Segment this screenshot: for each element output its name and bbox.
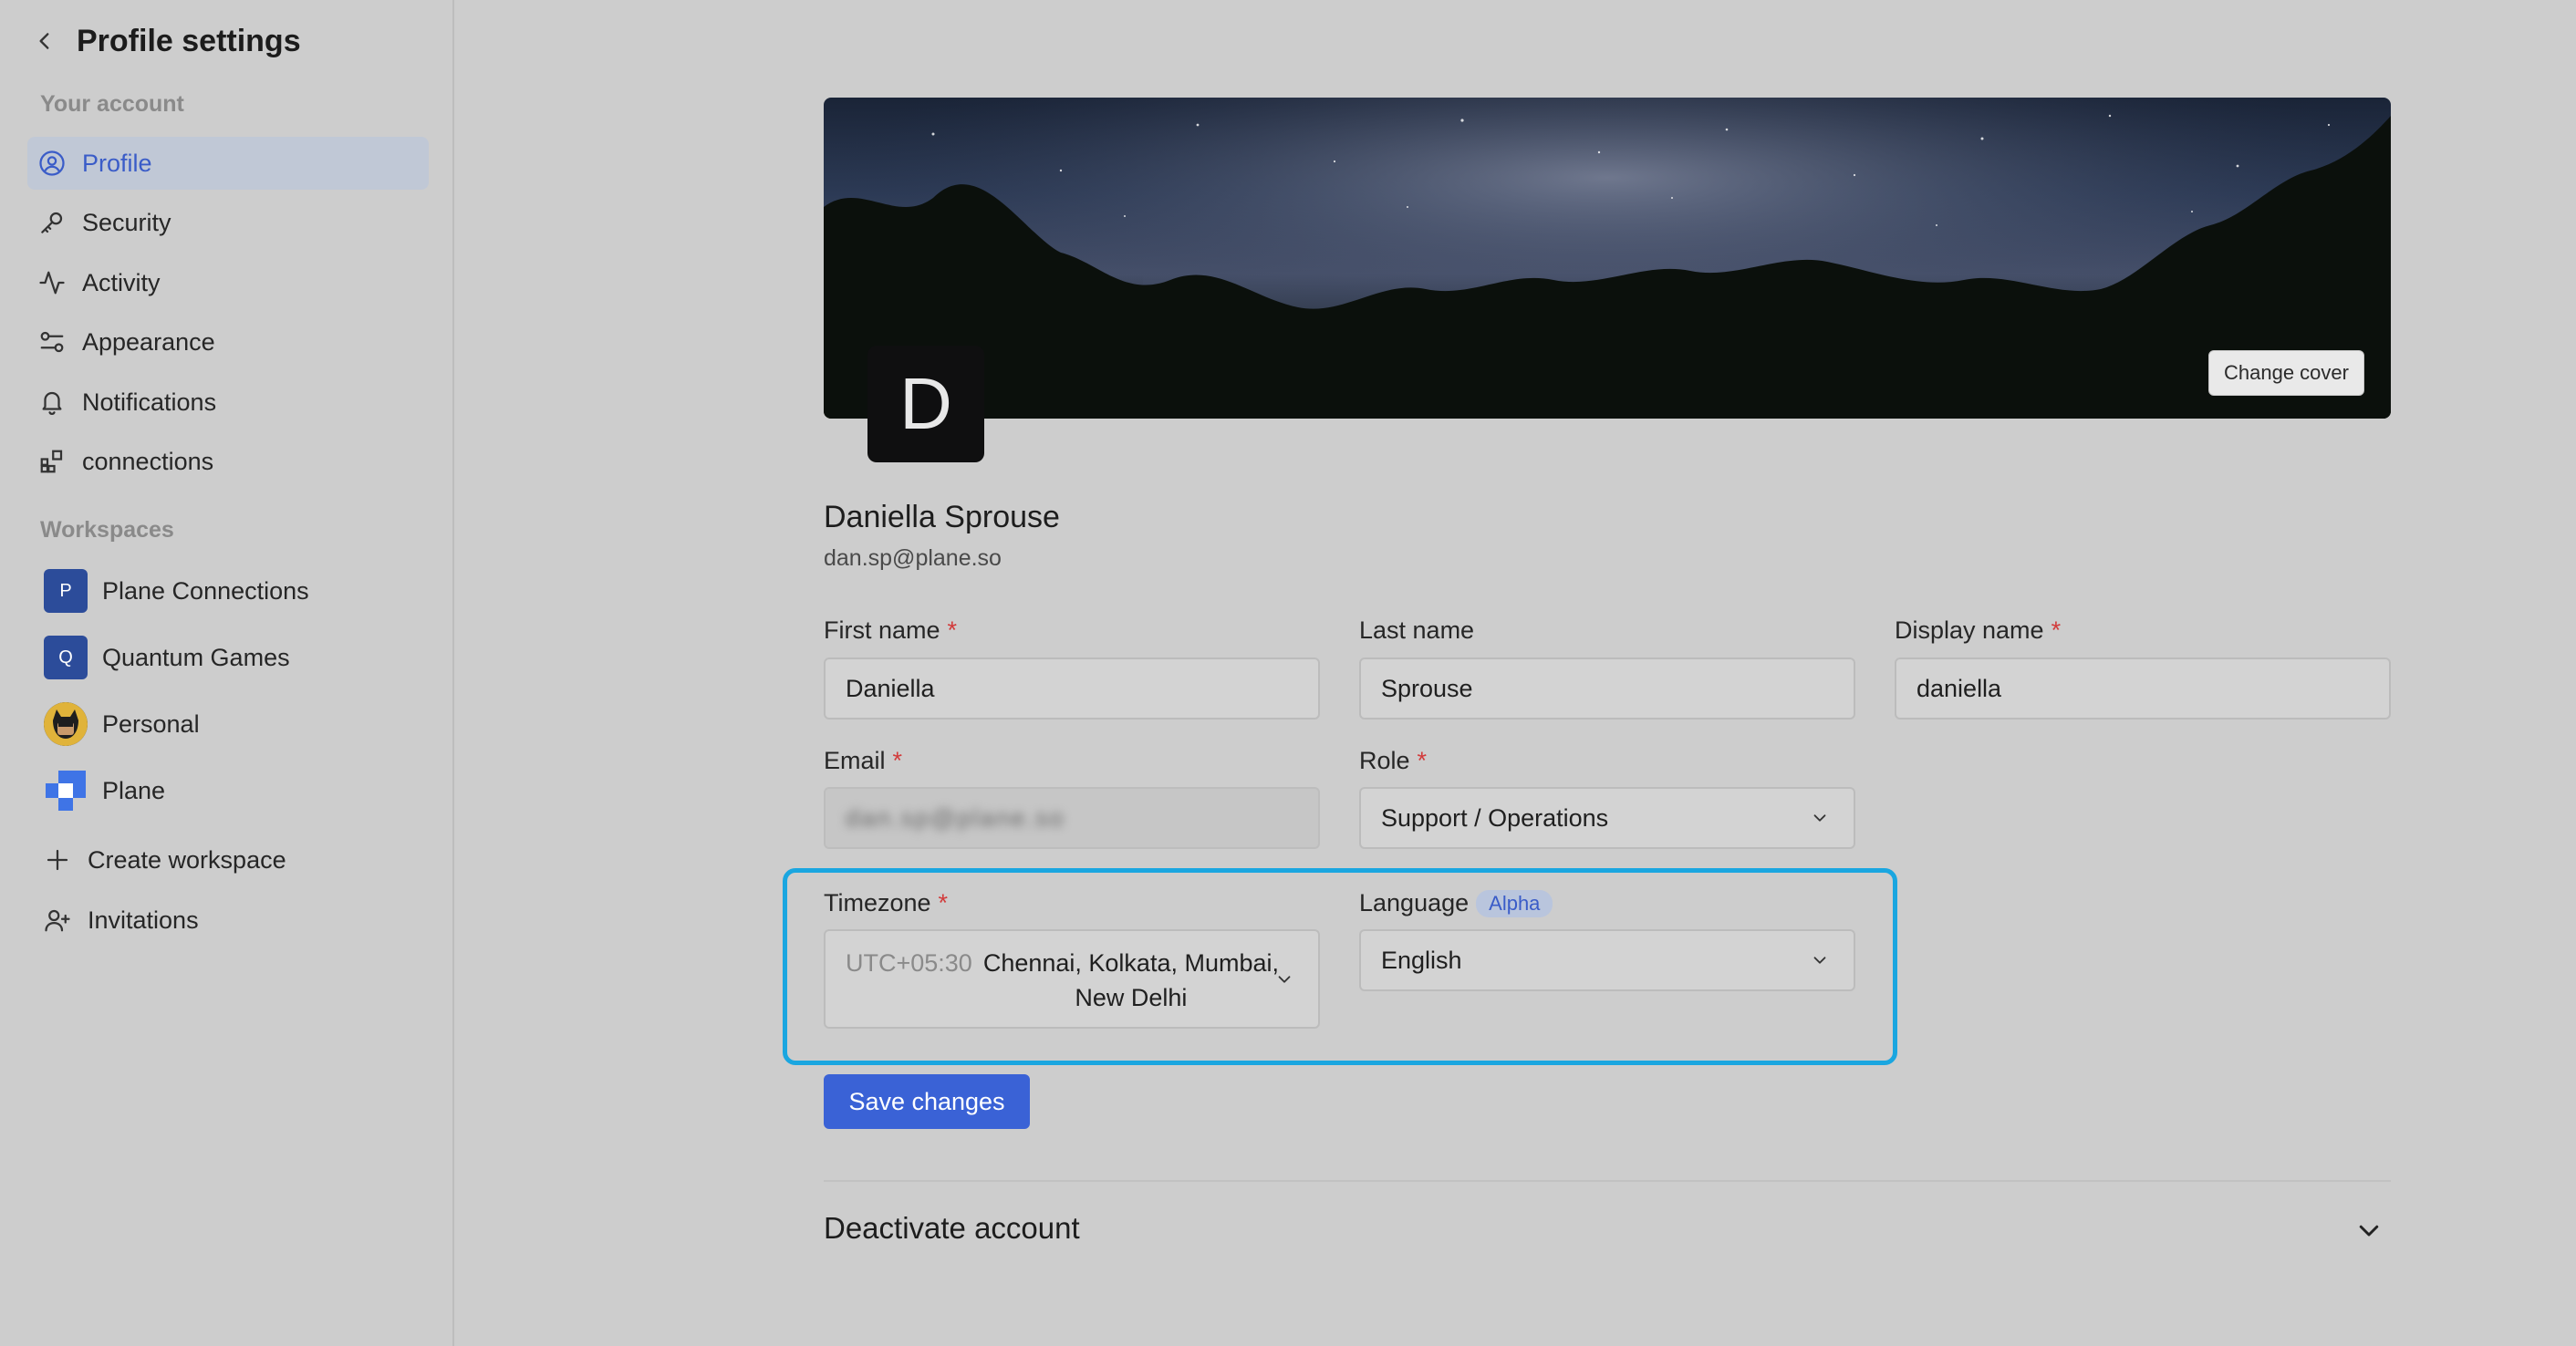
display-name-value: daniella [1916, 674, 2002, 702]
profile-avatar[interactable]: D [867, 346, 984, 462]
divider [824, 1180, 2391, 1182]
first-name-label: First name * [824, 616, 957, 645]
profile-email: dan.sp@plane.so [824, 545, 1002, 571]
workspace-item-plane[interactable]: Plane [44, 764, 427, 817]
sidebar-header: Profile settings [33, 18, 301, 64]
sidebar-item-profile[interactable]: Profile [27, 137, 429, 190]
sidebar-item-connections[interactable]: connections [27, 435, 429, 488]
required-mark: * [2051, 616, 2062, 644]
invitations-button[interactable]: Invitations [33, 894, 434, 947]
change-cover-button[interactable]: Change cover [2208, 350, 2364, 396]
required-mark: * [1417, 747, 1428, 774]
sidebar-item-activity[interactable]: Activity [27, 256, 429, 309]
section-workspaces: Workspaces [40, 517, 174, 543]
display-name-label: Display name * [1895, 616, 2061, 645]
role-label-text: Role [1359, 747, 1410, 774]
first-name-input[interactable]: Daniella [824, 657, 1320, 720]
sidebar-item-label: Activity [82, 268, 161, 296]
sidebar-item-label: Notifications [82, 388, 217, 416]
first-name-label-text: First name [824, 616, 940, 644]
email-input: dan.sp@plane.so [824, 787, 1320, 849]
required-mark: * [892, 747, 903, 774]
sidebar: Profile settings Your account Profile Se… [0, 0, 454, 1346]
highlight-outline [783, 868, 1897, 1065]
sidebar-title: Profile settings [77, 23, 301, 58]
blocks-icon [38, 448, 66, 475]
sidebar-item-label: Security [82, 208, 171, 236]
sliders-icon [38, 328, 66, 356]
sidebar-item-label: Appearance [82, 327, 215, 356]
activity-icon [38, 269, 66, 296]
email-label-text: Email [824, 747, 886, 774]
sidebar-item-label: connections [82, 447, 214, 475]
workspace-label: Personal [102, 709, 200, 738]
user-plus-icon [44, 906, 71, 934]
profile-name: Daniella Sprouse [824, 500, 1060, 534]
role-select[interactable]: Support / Operations [1359, 787, 1855, 849]
section-your-account: Your account [40, 91, 184, 117]
workspace-logo: P [44, 569, 88, 613]
deactivate-account-header[interactable]: Deactivate account [824, 1211, 1080, 1246]
required-mark: * [947, 616, 958, 644]
role-value: Support / Operations [1381, 803, 1609, 832]
workspace-logo: Q [44, 636, 88, 679]
night-sky-forest-image [824, 98, 2391, 419]
workspace-label: Plane Connections [102, 576, 309, 605]
workspace-label: Quantum Games [102, 643, 290, 671]
last-name-label-text: Last name [1359, 616, 1475, 644]
create-workspace-label: Create workspace [88, 845, 286, 874]
bell-icon [38, 388, 66, 416]
chevron-down-icon[interactable] [2355, 1217, 2383, 1244]
display-name-input[interactable]: daniella [1895, 657, 2391, 720]
email-value-redacted: dan.sp@plane.so [846, 803, 1065, 832]
personal-avatar-icon [44, 702, 88, 746]
workspace-item-personal[interactable]: Personal [44, 698, 427, 751]
user-circle-icon [38, 150, 66, 177]
last-name-label: Last name [1359, 616, 1474, 645]
invitations-label: Invitations [88, 906, 199, 934]
cover-image [824, 98, 2391, 419]
save-changes-button[interactable]: Save changes [824, 1074, 1030, 1129]
role-label: Role * [1359, 747, 1427, 775]
sidebar-item-appearance[interactable]: Appearance [27, 316, 429, 368]
back-arrow-icon[interactable] [33, 29, 57, 53]
first-name-value: Daniella [846, 674, 935, 702]
sidebar-item-security[interactable]: Security [27, 196, 429, 249]
last-name-value: Sprouse [1381, 674, 1473, 702]
email-label: Email * [824, 747, 902, 775]
sidebar-item-notifications[interactable]: Notifications [27, 376, 429, 429]
workspace-item-quantum-games[interactable]: Q Quantum Games [44, 631, 427, 684]
chevron-down-icon [1810, 808, 1830, 828]
key-icon [38, 209, 66, 236]
create-workspace-button[interactable]: Create workspace [33, 833, 434, 886]
sidebar-item-label: Profile [82, 149, 152, 177]
plane-logo-icon [44, 769, 88, 813]
display-name-label-text: Display name [1895, 616, 2044, 644]
workspace-label: Plane [102, 776, 166, 804]
plus-icon [44, 846, 71, 874]
workspace-item-plane-connections[interactable]: P Plane Connections [44, 564, 427, 617]
last-name-input[interactable]: Sprouse [1359, 657, 1855, 720]
